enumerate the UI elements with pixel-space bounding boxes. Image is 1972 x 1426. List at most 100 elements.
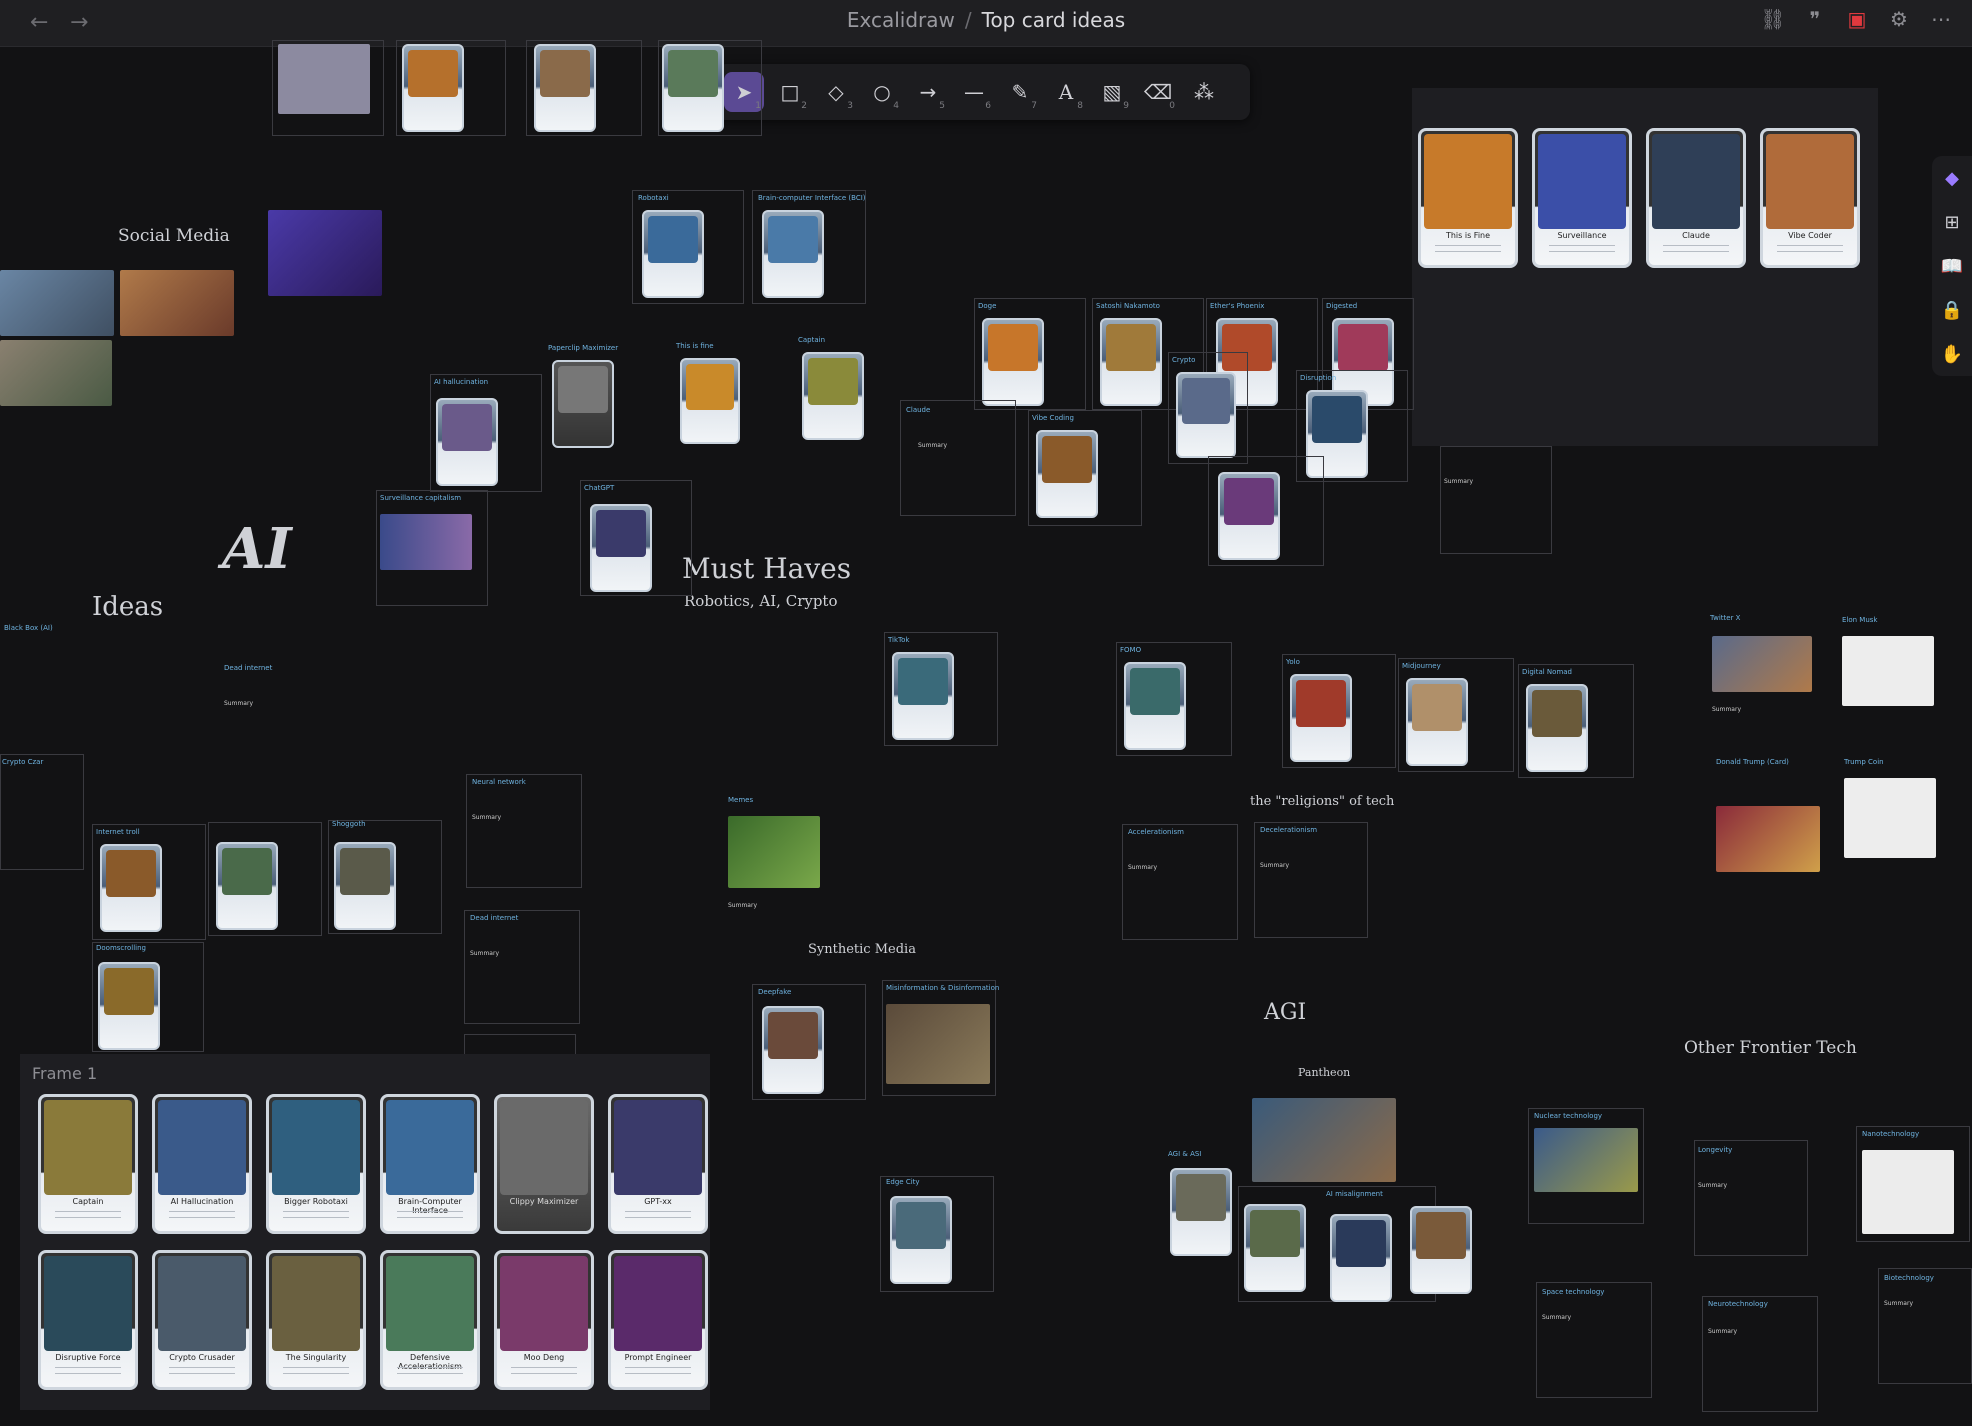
- note-frame[interactable]: [1694, 1140, 1808, 1256]
- note-image[interactable]: [1862, 1150, 1954, 1234]
- arrow-tool[interactable]: → 5: [908, 72, 948, 112]
- settings-icon[interactable]: ⚙: [1886, 6, 1912, 32]
- text-tool[interactable]: A8: [1046, 72, 1086, 112]
- diamond-tool[interactable]: ◇ 3: [816, 72, 856, 112]
- ai-heading[interactable]: AI: [222, 516, 292, 582]
- card[interactable]: [1124, 662, 1186, 750]
- card[interactable]: [216, 842, 278, 930]
- card[interactable]: [892, 652, 954, 740]
- card[interactable]: [662, 44, 724, 132]
- frame1-card[interactable]: The Singularity: [266, 1250, 366, 1390]
- save-icon[interactable]: ▣: [1844, 6, 1870, 32]
- card[interactable]: [1218, 472, 1280, 560]
- lock-icon[interactable]: 🔒: [1932, 288, 1972, 332]
- note-frame[interactable]: [466, 774, 582, 888]
- must-haves-subheading[interactable]: Robotics, AI, Crypto: [684, 592, 838, 610]
- note-image[interactable]: [1534, 1128, 1638, 1192]
- hand-icon[interactable]: ✋: [1932, 332, 1972, 376]
- frame1-card[interactable]: Defensive Accelerationism: [380, 1250, 480, 1390]
- note-frame[interactable]: [1536, 1282, 1652, 1398]
- note-image[interactable]: [1712, 636, 1812, 692]
- social-media-heading[interactable]: Social Media: [118, 226, 230, 246]
- agi-heading[interactable]: AGI: [1264, 1000, 1306, 1025]
- note-frame[interactable]: [1440, 446, 1552, 554]
- card[interactable]: [1100, 318, 1162, 406]
- social-image[interactable]: [0, 340, 112, 406]
- note-frame[interactable]: [0, 754, 84, 870]
- line-tool[interactable]: —6: [954, 72, 994, 112]
- card[interactable]: [762, 210, 824, 298]
- card[interactable]: [552, 360, 614, 448]
- eraser-tool[interactable]: ⌫ 0: [1138, 72, 1178, 112]
- card[interactable]: [534, 44, 596, 132]
- frame-1-label[interactable]: Frame 1: [32, 1064, 97, 1083]
- note-frame[interactable]: [464, 910, 580, 1024]
- workspace-name[interactable]: Excalidraw: [847, 8, 955, 32]
- note-frame[interactable]: [900, 400, 1016, 516]
- card[interactable]: [1176, 372, 1236, 458]
- card-image[interactable]: [278, 44, 370, 114]
- note-frame[interactable]: [1122, 824, 1238, 940]
- rectangle-tool[interactable]: □ 2: [770, 72, 810, 112]
- draw-tool[interactable]: ✎ 7: [1000, 72, 1040, 112]
- card[interactable]: [762, 1006, 824, 1094]
- note-image[interactable]: [1844, 778, 1936, 858]
- card[interactable]: [802, 352, 864, 440]
- note-image[interactable]: [380, 514, 472, 570]
- synthetic-media-heading[interactable]: Synthetic Media: [808, 942, 916, 957]
- add-file-icon[interactable]: ⊞: [1932, 200, 1972, 244]
- card[interactable]: [402, 44, 464, 132]
- frame1-card[interactable]: Disruptive Force: [38, 1250, 138, 1390]
- note-image[interactable]: [1842, 636, 1934, 706]
- card[interactable]: [982, 318, 1044, 406]
- ellipse-tool[interactable]: ○ 4: [862, 72, 902, 112]
- pantheon-heading[interactable]: Pantheon: [1298, 1066, 1350, 1079]
- frame1-card[interactable]: GPT-xx: [608, 1094, 708, 1234]
- religions-heading[interactable]: the "religions" of tech: [1250, 794, 1394, 809]
- social-image[interactable]: [120, 270, 234, 336]
- pantheon-image[interactable]: [1252, 1098, 1396, 1182]
- card[interactable]: [1330, 1214, 1392, 1302]
- note-image[interactable]: [886, 1004, 990, 1084]
- frame1-card[interactable]: Captain: [38, 1094, 138, 1234]
- card[interactable]: [1290, 674, 1352, 762]
- card[interactable]: [436, 398, 498, 486]
- card[interactable]: [1244, 1204, 1306, 1292]
- frame1-card[interactable]: AI Hallucination: [152, 1094, 252, 1234]
- quote-icon[interactable]: ❞: [1802, 6, 1828, 32]
- card[interactable]: [890, 1196, 952, 1284]
- card[interactable]: [642, 210, 704, 298]
- frame1-card[interactable]: Crypto Crusader: [152, 1250, 252, 1390]
- social-image[interactable]: [0, 270, 114, 336]
- must-haves-heading[interactable]: Must Haves: [682, 552, 851, 585]
- card[interactable]: [680, 358, 740, 444]
- card[interactable]: [1406, 678, 1468, 766]
- frame1-card[interactable]: Clippy Maximizer: [494, 1094, 594, 1234]
- book-icon[interactable]: 📖: [1932, 244, 1972, 288]
- card[interactable]: [100, 844, 162, 932]
- featured-card[interactable]: Claude: [1646, 128, 1746, 268]
- image-tool[interactable]: ▧ 9: [1092, 72, 1132, 112]
- obsidian-icon[interactable]: ◆: [1932, 156, 1972, 200]
- note-image[interactable]: [728, 816, 820, 888]
- card[interactable]: [1036, 430, 1098, 518]
- card[interactable]: [1526, 684, 1588, 772]
- note-frame[interactable]: [1702, 1296, 1818, 1412]
- file-title[interactable]: Top card ideas: [982, 8, 1126, 32]
- card[interactable]: [590, 504, 652, 592]
- link-icon[interactable]: ⛓: [1760, 6, 1786, 32]
- card[interactable]: [98, 962, 160, 1050]
- featured-card[interactable]: Vibe Coder: [1760, 128, 1860, 268]
- frame1-card[interactable]: Moo Deng: [494, 1250, 594, 1390]
- card[interactable]: [334, 842, 396, 930]
- note-frame[interactable]: [1254, 822, 1368, 938]
- ideas-heading[interactable]: Ideas: [92, 592, 163, 622]
- note-image[interactable]: [1716, 806, 1820, 872]
- card[interactable]: [1410, 1206, 1472, 1294]
- frame1-card[interactable]: Prompt Engineer: [608, 1250, 708, 1390]
- frame1-card[interactable]: Brain-Computer Interface: [380, 1094, 480, 1234]
- social-image[interactable]: [268, 210, 382, 296]
- other-frontier-heading[interactable]: Other Frontier Tech: [1684, 1038, 1857, 1058]
- more-tools[interactable]: ⁂: [1184, 72, 1224, 112]
- card[interactable]: [1170, 1168, 1232, 1256]
